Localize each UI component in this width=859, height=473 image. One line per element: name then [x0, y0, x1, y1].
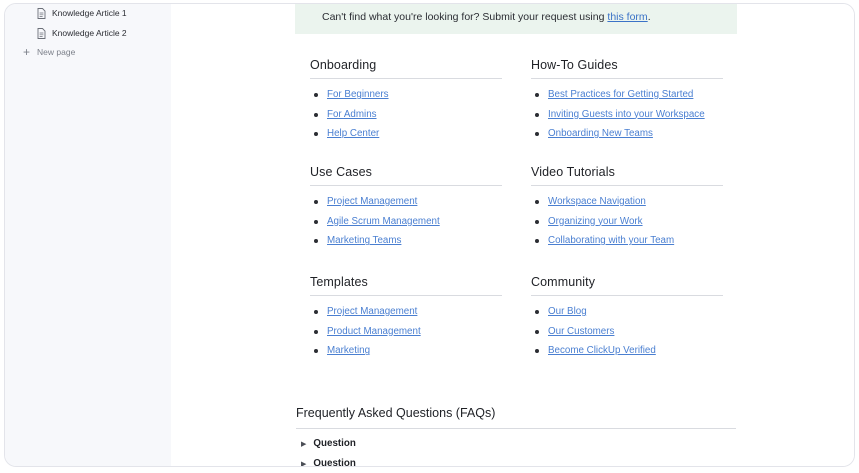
document-icon: [37, 27, 46, 39]
list-item: Collaborating with your Team: [531, 235, 723, 255]
new-page-button[interactable]: + New page: [23, 45, 75, 59]
banner-text: Can't find what you're looking for? Subm…: [322, 11, 605, 23]
link-list: Project Management Agile Scrum Managemen…: [310, 196, 502, 255]
link-organizing-work[interactable]: Organizing your Work: [548, 216, 643, 227]
list-item: Agile Scrum Management: [310, 216, 502, 236]
section-title: Video Tutorials: [531, 165, 723, 186]
caret-right-icon: ▶: [301, 460, 307, 467]
section-title: Use Cases: [310, 165, 502, 186]
sidebar-item-knowledge-article-2[interactable]: Knowledge Article 2: [37, 26, 127, 40]
link-onboarding-new-teams[interactable]: Onboarding New Teams: [548, 128, 653, 139]
list-item: Help Center: [310, 128, 502, 148]
sidebar: Knowledge Article 1 Knowledge Article 2 …: [5, 4, 171, 466]
list-item: Organizing your Work: [531, 216, 723, 236]
link-list: Best Practices for Getting Started Invit…: [531, 89, 723, 148]
link-for-admins[interactable]: For Admins: [327, 109, 377, 120]
link-list: Our Blog Our Customers Become ClickUp Ve…: [531, 306, 723, 365]
link-marketing-teams[interactable]: Marketing Teams: [327, 235, 401, 246]
sidebar-item-knowledge-article-1[interactable]: Knowledge Article 1: [37, 6, 127, 20]
request-form-link[interactable]: this form: [607, 11, 647, 23]
section-video-tutorials: Video Tutorials Workspace Navigation Org…: [531, 165, 723, 255]
faq-heading: Frequently Asked Questions (FAQs): [296, 406, 736, 429]
sidebar-item-label: Knowledge Article 2: [52, 28, 127, 38]
section-onboarding: Onboarding For Beginners For Admins Help…: [310, 58, 502, 148]
link-our-blog[interactable]: Our Blog: [548, 306, 587, 317]
banner-end: .: [647, 11, 651, 23]
link-become-verified[interactable]: Become ClickUp Verified: [548, 345, 656, 356]
link-our-customers[interactable]: Our Customers: [548, 326, 614, 337]
list-item: Become ClickUp Verified: [531, 345, 723, 365]
list-item: Marketing Teams: [310, 235, 502, 255]
section-use-cases: Use Cases Project Management Agile Scrum…: [310, 165, 502, 255]
link-list: Workspace Navigation Organizing your Wor…: [531, 196, 723, 255]
new-page-label: New page: [37, 47, 76, 57]
faq-question-label: Question: [313, 438, 356, 449]
section-title: Templates: [310, 275, 502, 296]
section-community: Community Our Blog Our Customers Become …: [531, 275, 723, 365]
faq-toggle-question-2[interactable]: ▶ Question: [301, 458, 356, 467]
list-item: Project Management: [310, 306, 502, 326]
list-item: Best Practices for Getting Started: [531, 89, 723, 109]
link-best-practices[interactable]: Best Practices for Getting Started: [548, 89, 693, 100]
app-window: Knowledge Article 1 Knowledge Article 2 …: [4, 3, 855, 467]
link-template-marketing[interactable]: Marketing: [327, 345, 370, 356]
faq-toggle-question-1[interactable]: ▶ Question: [301, 438, 356, 449]
section-templates: Templates Project Management Product Man…: [310, 275, 502, 365]
list-item: Workspace Navigation: [531, 196, 723, 216]
document-content: Can't find what you're looking for? Subm…: [171, 4, 854, 466]
list-item: Project Management: [310, 196, 502, 216]
sidebar-item-label: Knowledge Article 1: [52, 8, 127, 18]
request-banner: Can't find what you're looking for? Subm…: [295, 4, 737, 34]
list-item: Inviting Guests into your Workspace: [531, 109, 723, 129]
list-item: For Admins: [310, 109, 502, 129]
list-item: Product Management: [310, 326, 502, 346]
list-item: Onboarding New Teams: [531, 128, 723, 148]
link-help-center[interactable]: Help Center: [327, 128, 379, 139]
document-icon: [37, 7, 46, 19]
section-title: Onboarding: [310, 58, 502, 79]
caret-right-icon: ▶: [301, 440, 307, 448]
faq-question-label: Question: [313, 458, 356, 467]
link-list: Project Management Product Management Ma…: [310, 306, 502, 365]
link-for-beginners[interactable]: For Beginners: [327, 89, 389, 100]
link-collaborating[interactable]: Collaborating with your Team: [548, 235, 674, 246]
link-agile-scrum[interactable]: Agile Scrum Management: [327, 216, 440, 227]
link-project-management[interactable]: Project Management: [327, 196, 417, 207]
plus-icon: +: [23, 45, 31, 59]
list-item: Marketing: [310, 345, 502, 365]
link-template-product-management[interactable]: Product Management: [327, 326, 421, 337]
section-title: How-To Guides: [531, 58, 723, 79]
link-inviting-guests[interactable]: Inviting Guests into your Workspace: [548, 109, 705, 120]
section-title: Community: [531, 275, 723, 296]
section-how-to-guides: How-To Guides Best Practices for Getting…: [531, 58, 723, 148]
list-item: Our Customers: [531, 326, 723, 346]
list-item: For Beginners: [310, 89, 502, 109]
link-template-project-management[interactable]: Project Management: [327, 306, 417, 317]
link-list: For Beginners For Admins Help Center: [310, 89, 502, 148]
link-workspace-navigation[interactable]: Workspace Navigation: [548, 196, 646, 207]
list-item: Our Blog: [531, 306, 723, 326]
